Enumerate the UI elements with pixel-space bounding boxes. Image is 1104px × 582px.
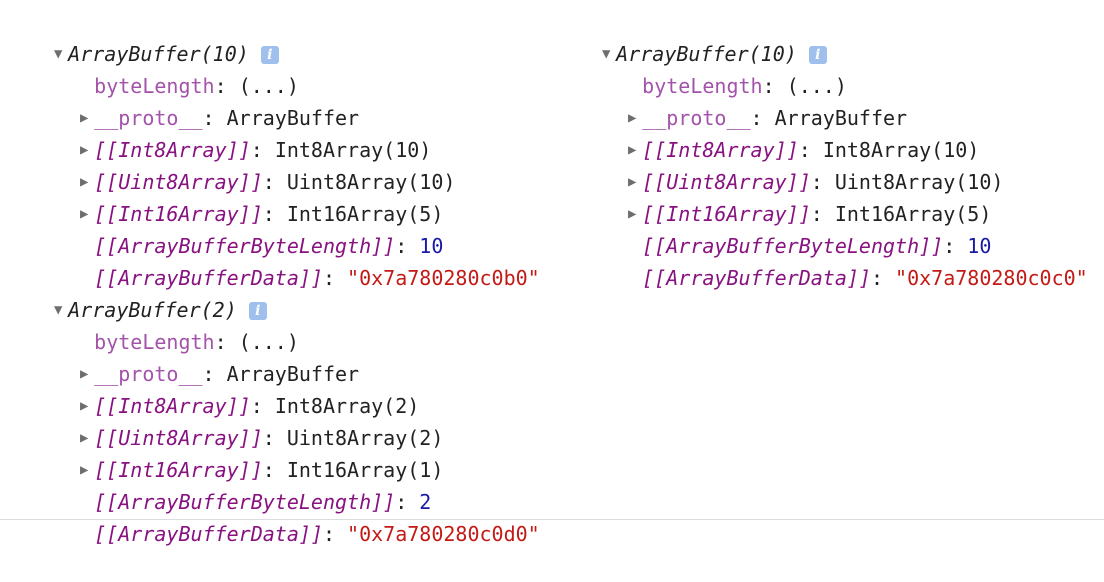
arraybuffer-tree-right: ▼ ArrayBuffer(10) i byteLength: (...) ▶ __p…	[548, 6, 1088, 290]
property-row[interactable]: ▶ [[Int16Array]]: Int16Array(5)	[0, 166, 540, 226]
property-row: [[ArrayBufferByteLength]]: 10	[0, 198, 540, 258]
tree-header[interactable]: ▼ ArrayBuffer(10) i	[548, 6, 1088, 66]
property-row: [[ArrayBufferData]]: "0x7a780280c0b0"	[0, 230, 540, 290]
property-row[interactable]: ▶ [[Uint8Array]]: Uint8Array(2)	[0, 390, 540, 450]
property-row[interactable]: ▶ [[Int8Array]]: Int8Array(2)	[0, 358, 540, 418]
property-row[interactable]: ▶ __proto__: ArrayBuffer	[0, 326, 540, 386]
property-key: [[ArrayBufferData]]	[642, 266, 871, 290]
property-value: "0x7a780280c0d0"	[347, 522, 540, 546]
property-row[interactable]: ▶ [[Int16Array]]: Int16Array(1)	[0, 422, 540, 482]
property-row[interactable]: ▶ [[Int8Array]]: Int8Array(10)	[548, 102, 1088, 162]
property-row: byteLength: (...)	[548, 38, 1088, 98]
property-row: byteLength: (...)	[0, 294, 540, 354]
property-row[interactable]: ▶ [[Int8Array]]: Int8Array(10)	[0, 102, 540, 162]
property-row: [[ArrayBufferData]]: "0x7a780280c0d0"	[0, 486, 540, 546]
property-row: [[ArrayBufferByteLength]]: 2	[0, 454, 540, 514]
tree-header[interactable]: ▼ ArrayBuffer(2) i	[0, 262, 540, 322]
property-row: [[ArrayBufferByteLength]]: 10	[548, 198, 1088, 258]
property-row[interactable]: ▶ __proto__: ArrayBuffer	[0, 70, 540, 130]
property-value: "0x7a780280c0c0"	[895, 266, 1088, 290]
arraybuffer-tree-left: ▼ ArrayBuffer(10) i byteLength: (...) ▶ __p…	[0, 6, 540, 290]
property-row[interactable]: ▶ [[Uint8Array]]: Uint8Array(10)	[548, 134, 1088, 194]
arraybuffer-tree-bottom: ▼ ArrayBuffer(2) i byteLength: (...) ▶ __pr…	[0, 262, 540, 546]
property-separator: :	[322, 522, 348, 546]
tree-header[interactable]: ▼ ArrayBuffer(10) i	[0, 6, 540, 66]
property-separator: :	[870, 266, 896, 290]
property-row[interactable]: ▶ [[Int16Array]]: Int16Array(5)	[548, 166, 1088, 226]
property-row: byteLength: (...)	[0, 38, 540, 98]
console-divider	[0, 519, 1104, 520]
property-row[interactable]: ▶ __proto__: ArrayBuffer	[548, 70, 1088, 130]
property-key: [[ArrayBufferData]]	[94, 522, 323, 546]
property-row[interactable]: ▶ [[Uint8Array]]: Uint8Array(10)	[0, 134, 540, 194]
property-row: [[ArrayBufferData]]: "0x7a780280c0c0"	[548, 230, 1088, 290]
